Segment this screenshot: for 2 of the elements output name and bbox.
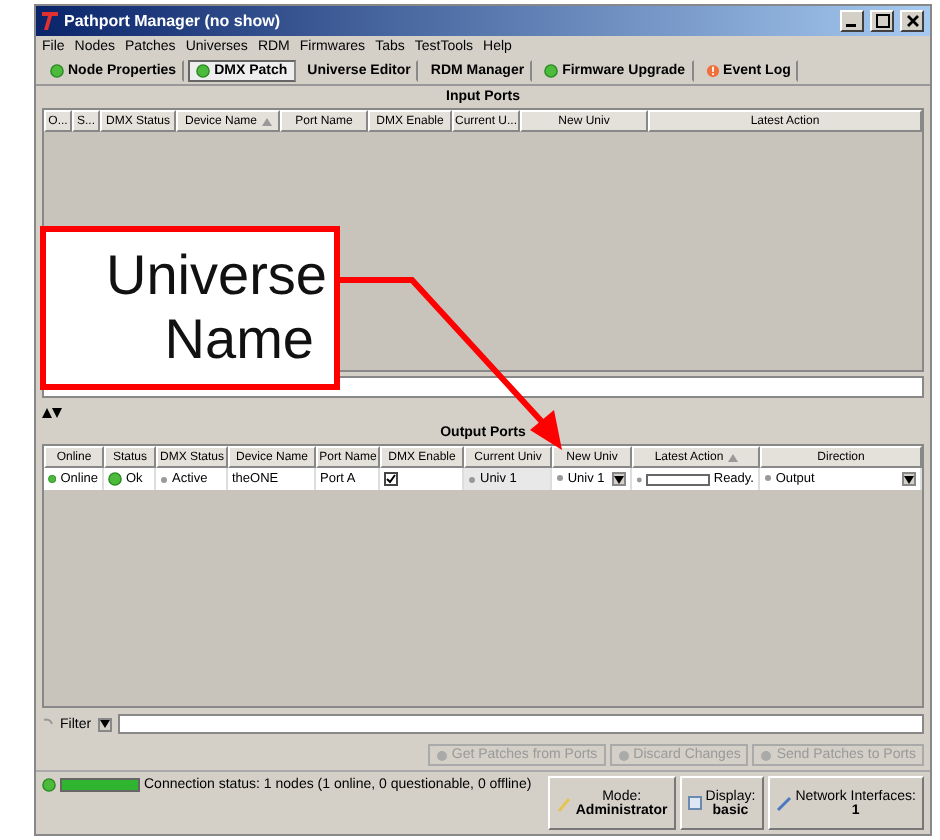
callout-tooltip: Universe Name <box>40 226 340 390</box>
window-title: Pathport Manager (no show) <box>64 12 282 30</box>
